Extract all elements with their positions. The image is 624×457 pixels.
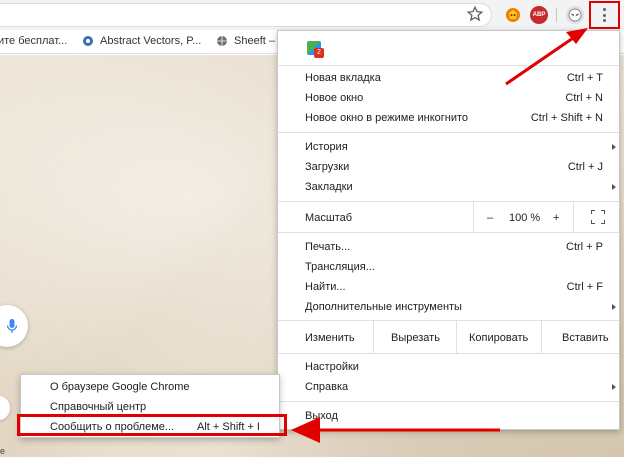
edit-divider [456, 321, 457, 353]
page-corner-text: е [0, 446, 6, 456]
firefox-extension-icon[interactable] [504, 6, 522, 24]
menu-separator [278, 132, 619, 133]
toolbar-divider [556, 8, 557, 22]
menu-item-about-chrome[interactable]: О браузере Google Chrome [50, 381, 190, 393]
chrome-menu-button[interactable] [589, 1, 620, 29]
fullscreen-icon[interactable] [591, 210, 605, 224]
menu-item-help-center[interactable]: Справочный центр [50, 401, 146, 413]
menu-item-incognito[interactable]: Новое окно в режиме инкогнито [305, 112, 468, 124]
help-submenu: О браузере Google Chrome Справочный цент… [20, 374, 280, 438]
chevron-right-icon [612, 304, 616, 310]
shortcut-find: Ctrl + F [566, 281, 603, 293]
shortcut-incognito: Ctrl + Shift + N [530, 112, 603, 124]
microphone-icon [6, 319, 18, 333]
paste-button[interactable]: Вставить [562, 332, 609, 344]
chrome-main-menu: 2 Новая вкладка Ctrl + T Новое окно Ctrl… [277, 30, 620, 430]
bookmark-star-icon[interactable] [466, 5, 484, 23]
edit-label: Изменить [305, 332, 355, 344]
menu-item-print[interactable]: Печать... [305, 241, 350, 253]
menu-item-zoom: Масштаб [305, 212, 353, 224]
vectors-site-icon [83, 36, 93, 46]
bookmark-item[interactable]: Sheeft – [216, 35, 275, 47]
menu-separator [278, 353, 619, 354]
zoom-in-button[interactable]: + [553, 212, 559, 224]
menu-separator [278, 201, 619, 202]
menu-item-help[interactable]: Справка [305, 381, 348, 393]
browser-toolbar: ABP [0, 0, 624, 30]
chevron-right-icon [612, 144, 616, 150]
bookmark-item[interactable]: ите бесплат... [0, 35, 67, 47]
chevron-right-icon [612, 184, 616, 190]
bookmark-label: Sheeft – [234, 35, 275, 47]
shortcut-new-window: Ctrl + N [565, 92, 603, 104]
cut-button[interactable]: Вырезать [391, 332, 440, 344]
menu-item-bookmarks[interactable]: Закладки [305, 181, 353, 193]
bookmark-item[interactable]: Abstract Vectors, P... [82, 35, 201, 47]
menu-item-report-issue[interactable]: Сообщить о проблеме... [50, 421, 174, 433]
profile-avatar-icon[interactable] [566, 6, 584, 24]
zoom-value: 100 % [509, 212, 541, 224]
menu-item-settings[interactable]: Настройки [305, 361, 359, 373]
menu-separator [278, 320, 619, 321]
menu-item-history[interactable]: История [305, 141, 348, 153]
menu-item-more-tools[interactable]: Дополнительные инструменты [305, 301, 462, 313]
address-bar[interactable] [0, 3, 492, 27]
shortcut-print: Ctrl + P [566, 241, 603, 253]
menu-item-downloads[interactable]: Загрузки [305, 161, 349, 173]
zoom-divider [573, 202, 574, 232]
menu-item-new-tab[interactable]: Новая вкладка [305, 72, 381, 84]
menu-item-find[interactable]: Найти... [305, 281, 346, 293]
update-badge: 2 [314, 48, 324, 58]
menu-item-cast[interactable]: Трансляция... [305, 261, 375, 273]
menu-item-exit[interactable]: Выход [305, 410, 338, 422]
copy-button[interactable]: Копировать [469, 332, 528, 344]
globe-icon [217, 36, 227, 46]
edit-divider [373, 321, 374, 353]
zoom-out-button[interactable]: – [487, 212, 493, 224]
chevron-right-icon [612, 384, 616, 390]
shortcut-new-tab: Ctrl + T [566, 72, 603, 84]
shortcut-report-issue: Alt + Shift + I [197, 421, 260, 433]
menu-separator [278, 401, 619, 402]
bookmark-label: Abstract Vectors, P... [100, 35, 202, 47]
more-vert-icon [602, 8, 607, 22]
menu-separator [278, 65, 619, 66]
menu-separator [278, 232, 619, 233]
adblock-label: ABP [532, 12, 546, 18]
zoom-divider [473, 202, 474, 232]
edit-divider [541, 321, 542, 353]
bookmark-label: ите бесплат... [0, 35, 68, 47]
adblock-plus-icon[interactable]: ABP [530, 6, 548, 24]
shortcut-downloads: Ctrl + J [567, 161, 603, 173]
menu-item-new-window[interactable]: Новое окно [305, 92, 363, 104]
